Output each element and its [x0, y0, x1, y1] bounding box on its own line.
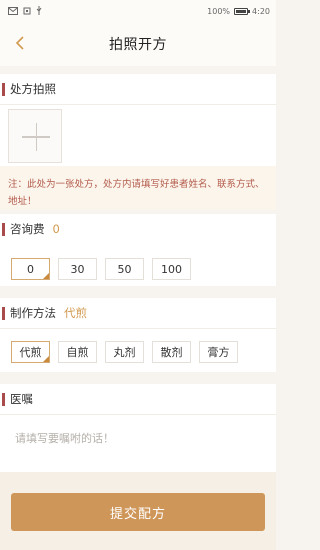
- method-selected-value: 代煎: [64, 306, 87, 320]
- fee-section: 咨询费 0 0 30 50 100: [0, 214, 276, 286]
- fee-option-100[interactable]: 100: [152, 258, 191, 280]
- chevron-left-icon: [15, 36, 24, 50]
- status-right: 100% 4:20: [207, 7, 270, 16]
- fee-selected-value: 0: [52, 222, 60, 236]
- fee-section-header: 咨询费 0: [0, 214, 276, 244]
- photo-section-header: 处方拍照: [0, 74, 276, 104]
- submit-bar: 提交配方: [0, 472, 276, 550]
- method-option-decoct-for-patient[interactable]: 代煎: [11, 341, 50, 363]
- back-button[interactable]: [8, 31, 32, 55]
- advice-textarea[interactable]: 请填写要嘱咐的话！: [8, 426, 268, 466]
- advice-section-title: 医嘱: [10, 392, 33, 406]
- method-option-pill[interactable]: 丸剂: [105, 341, 144, 363]
- method-options: 代煎 自煎 丸剂 散剂 膏方: [11, 341, 246, 363]
- section-marker: [2, 393, 5, 406]
- method-option-self-decoct[interactable]: 自煎: [58, 341, 97, 363]
- add-photo-button[interactable]: [8, 109, 62, 163]
- status-left-icons: [8, 6, 42, 16]
- divider: [0, 414, 276, 415]
- advice-section: 医嘱 请填写要嘱咐的话！: [0, 384, 276, 472]
- method-option-paste[interactable]: 膏方: [199, 341, 238, 363]
- fee-options: 0 30 50 100: [11, 258, 199, 280]
- prescription-note: 注：此处为一张处方，处方内请填写好患者姓名、联系方式、地址！: [0, 166, 276, 210]
- method-option-powder[interactable]: 散剂: [152, 341, 191, 363]
- method-section-title: 制作方法: [10, 306, 56, 320]
- divider: [0, 328, 276, 329]
- notification-icon: [23, 7, 31, 15]
- fee-option-30[interactable]: 30: [58, 258, 97, 280]
- usb-icon: [36, 6, 42, 15]
- clock: 4:20: [252, 6, 270, 16]
- mail-icon: [8, 7, 18, 15]
- photo-section: 处方拍照: [0, 74, 276, 166]
- fee-option-50[interactable]: 50: [105, 258, 144, 280]
- status-bar: 100% 4:20: [0, 0, 276, 22]
- submit-prescription-button[interactable]: 提交配方: [11, 493, 265, 531]
- app-header: 拍照开方: [0, 22, 276, 66]
- section-marker: [2, 223, 5, 236]
- battery-percent: 100%: [207, 6, 231, 16]
- method-section: 制作方法 代煎 代煎 自煎 丸剂 散剂 膏方: [0, 298, 276, 372]
- fee-section-title: 咨询费: [10, 222, 45, 236]
- photo-section-title: 处方拍照: [10, 82, 56, 96]
- divider: [0, 104, 276, 105]
- page-title: 拍照开方: [109, 37, 167, 53]
- fee-option-0[interactable]: 0: [11, 258, 50, 280]
- method-section-header: 制作方法 代煎: [0, 298, 276, 328]
- battery-icon: [234, 7, 251, 15]
- section-marker: [2, 307, 5, 320]
- section-marker: [2, 83, 5, 96]
- advice-section-header: 医嘱: [0, 384, 276, 414]
